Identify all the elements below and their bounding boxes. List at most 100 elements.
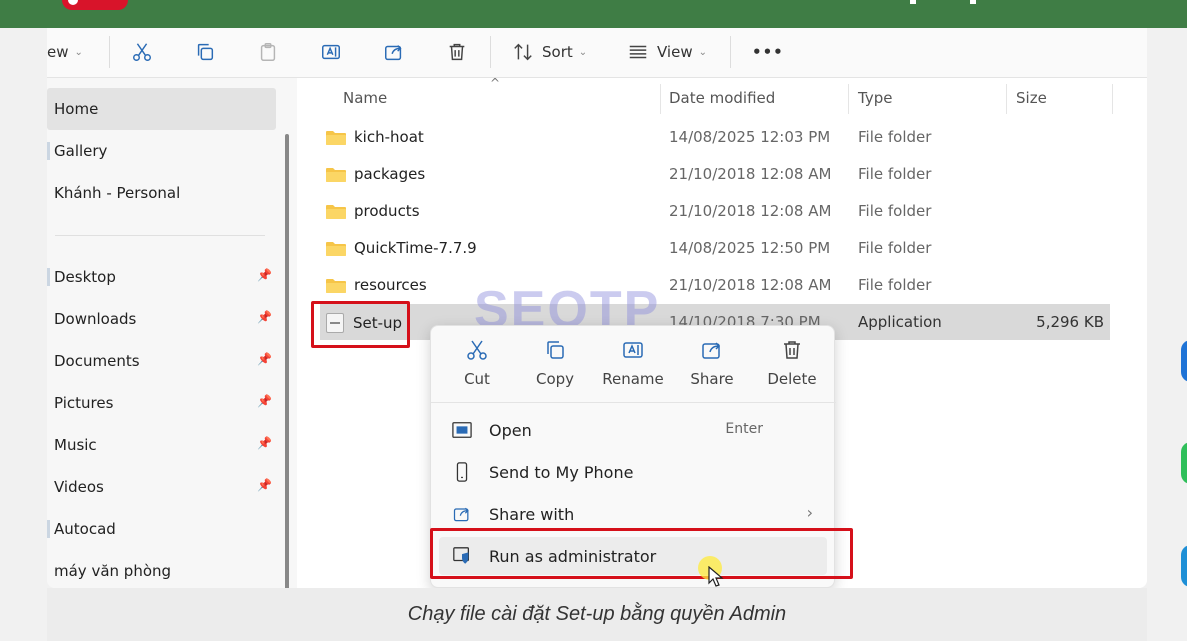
sidebar-item-music[interactable]: Music 📌 [47,424,276,466]
more-icon: ••• [752,43,784,61]
file-date: 14/08/2025 12:03 PM [669,128,831,146]
file-date: 21/10/2018 12:08 AM [669,165,832,183]
folder-icon [326,278,346,293]
sort-label: Sort [542,43,573,61]
new-button[interactable]: ew ⌄ [47,39,83,65]
scissors-icon [133,43,151,61]
copy-button[interactable] [194,39,216,65]
sidebar-item-may-van-phong[interactable]: máy văn phòng [47,550,276,588]
sidebar-item-autocad[interactable]: Autocad [47,508,276,550]
chevron-down-icon: ⌄ [698,46,707,58]
sidebar-item-label: Pictures [54,394,114,412]
sidebar-divider [55,235,265,236]
page: ew ⌄ Sort ⌄ View ⌄ ••• Home Gallery Khán… [0,0,1187,641]
command-bar: ew ⌄ Sort ⌄ View ⌄ ••• [47,28,1147,78]
new-label: ew [47,43,69,61]
ctx-share-button[interactable]: Share [674,338,750,388]
view-label: View [657,43,693,61]
sort-icon [514,43,532,61]
column-header-type[interactable]: Type [858,84,892,112]
share-button[interactable] [383,39,405,65]
pin-icon: 📌 [257,310,272,324]
pin-icon: 📌 [257,478,272,492]
file-type: File folder [858,128,932,146]
side-widget-green[interactable] [1181,442,1187,484]
context-quick-actions: Cut Copy Rename Share Delete [431,326,836,403]
sidebar-item-desktop[interactable]: Desktop 📌 [47,256,276,298]
trash-icon [449,43,465,61]
sidebar-item-label: máy văn phòng [54,562,172,580]
view-button[interactable]: View ⌄ [627,39,707,65]
scissors-icon [467,340,487,360]
paste-icon [260,43,276,61]
sidebar-item-documents[interactable]: Documents 📌 [47,340,276,382]
highlight-setup-file [311,301,410,348]
file-row[interactable]: packages 21/10/2018 12:08 AM File folder [320,156,1110,192]
sidebar-item-label: Videos [54,478,104,496]
rename-icon [322,44,340,60]
file-row[interactable]: products 21/10/2018 12:08 AM File folder [320,193,1110,229]
copy-icon [547,341,564,359]
pin-icon: 📌 [257,394,272,408]
share-icon [385,45,402,61]
file-name: QuickTime-7.7.9 [354,239,477,257]
more-options-button[interactable]: ••• [752,39,784,65]
sidebar-item-onedrive-personal[interactable]: Khánh - Personal [47,172,276,214]
column-header-date-modified[interactable]: Date modified [669,84,775,112]
column-header-name[interactable]: Name [343,84,387,112]
sidebar-item-gallery[interactable]: Gallery [47,130,276,172]
view-list-icon [629,45,647,59]
file-date: 14/08/2025 12:50 PM [669,239,831,257]
sidebar-item-pictures[interactable]: Pictures 📌 [47,382,276,424]
sidebar-item-label: Desktop [54,268,116,286]
sidebar-item-downloads[interactable]: Downloads 📌 [47,298,276,340]
side-widget-cyan[interactable] [1181,545,1187,587]
delete-button[interactable] [446,39,468,65]
file-type: File folder [858,239,932,257]
ctx-open-item[interactable]: Open Enter [439,411,827,449]
file-type: File folder [858,165,932,183]
sidebar-item-label: Music [54,436,97,454]
file-row[interactable]: QuickTime-7.7.9 14/08/2025 12:50 PM File… [320,230,1110,266]
side-widget-blue[interactable] [1181,340,1187,382]
copy-icon [197,43,214,61]
column-header-size[interactable]: Size [1016,84,1047,112]
sidebar-item-label: Gallery [54,142,108,160]
file-row[interactable]: kich-hoat 14/08/2025 12:03 PM File folde… [320,119,1110,155]
pin-icon: 📌 [257,268,272,282]
sidebar-item-videos[interactable]: Videos 📌 [47,466,276,508]
file-name: packages [354,165,426,183]
pin-icon: 📌 [257,352,272,366]
ctx-delete-button[interactable]: Delete [754,338,830,388]
folder-icon [326,241,346,256]
ctx-rename-button[interactable]: Rename [595,338,671,388]
file-name: resources [354,276,427,294]
cut-button[interactable] [131,39,153,65]
paste-button[interactable] [257,39,279,65]
shortcut-hint: Enter [725,421,763,437]
ctx-copy-button[interactable]: Copy [517,338,593,388]
sidebar-item-label: Documents [54,352,140,370]
file-type: File folder [858,202,932,220]
sidebar-item-home[interactable]: Home [47,88,276,130]
site-header-bar [0,0,1187,28]
sidebar-scrollbar[interactable] [285,134,289,588]
file-name: kich-hoat [354,128,424,146]
file-date: 21/10/2018 12:08 AM [669,276,832,294]
rename-button[interactable] [320,39,342,65]
folder-icon [326,167,346,182]
folder-icon [326,204,346,219]
sidebar-item-label: Khánh - Personal [54,184,181,202]
ctx-send-to-phone-item[interactable]: Send to My Phone [439,453,827,491]
sort-button[interactable]: Sort ⌄ [512,39,587,65]
sidebar-item-label: Home [54,100,99,118]
mouse-cursor-icon [708,566,724,587]
file-name: products [354,202,420,220]
image-caption: Chạy file cài đặt Set-up bằng quyền Admi… [407,603,787,625]
open-window-icon [451,419,473,441]
ctx-cut-button[interactable]: Cut [439,338,515,388]
pin-icon: 📌 [257,436,272,450]
phone-icon [451,461,473,483]
highlight-run-as-admin [430,528,853,579]
file-row[interactable]: resources 21/10/2018 12:08 AM File folde… [320,267,1110,303]
